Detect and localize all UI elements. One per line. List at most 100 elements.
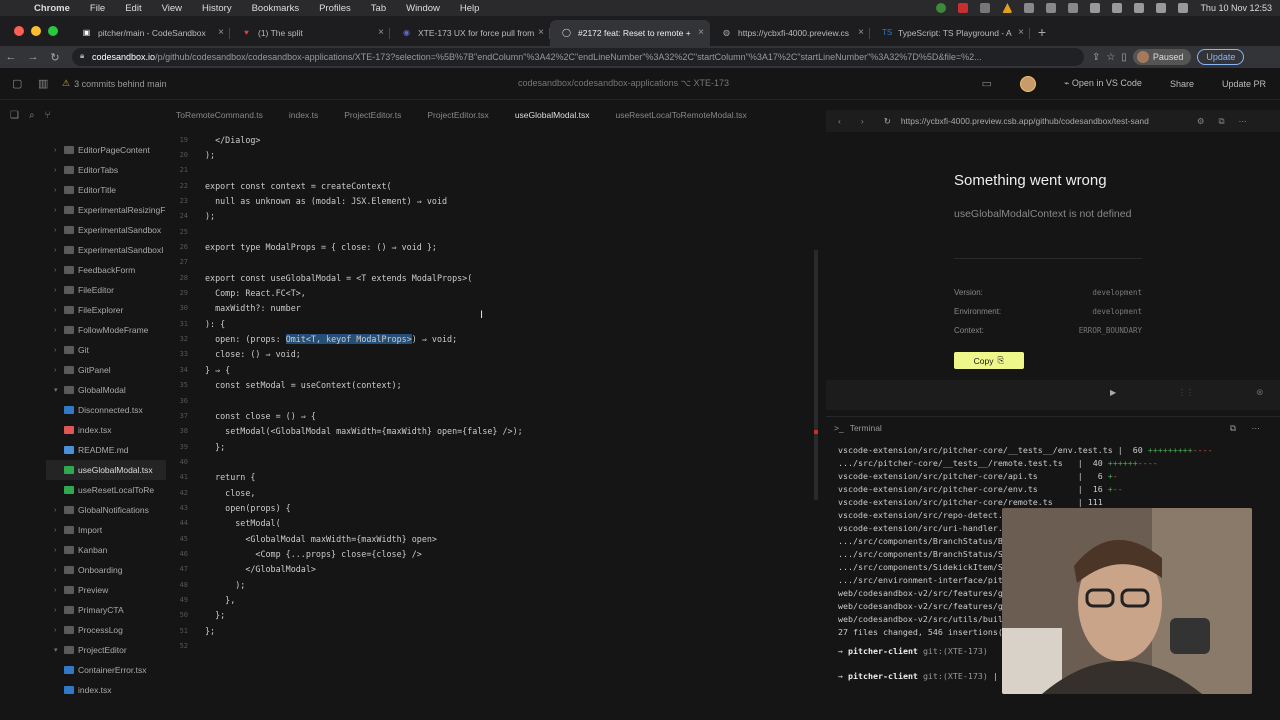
lock-icon[interactable]: 🔒︎ xyxy=(80,51,84,61)
share-button[interactable]: Share xyxy=(1170,79,1194,89)
file-tree-item[interactable]: › Preview xyxy=(46,580,166,600)
external-icon[interactable]: ⧉ xyxy=(1218,116,1224,127)
close-icon[interactable]: ⊗ xyxy=(1256,387,1264,398)
file-tree-item[interactable]: › FollowModeFrame xyxy=(46,320,166,340)
back-icon[interactable]: ‹ xyxy=(838,116,841,126)
close-tab-icon[interactable]: × xyxy=(698,27,704,38)
file-tree-item[interactable]: index.tsx xyxy=(46,420,166,440)
file-tree-item[interactable]: › Import xyxy=(46,520,166,540)
file-tree-item[interactable]: › GitPanel xyxy=(46,360,166,380)
file-tree-item[interactable]: ▾ ProjectEditor xyxy=(46,640,166,660)
file-tree-item[interactable]: › Kanban xyxy=(46,540,166,560)
profile-button[interactable]: Paused xyxy=(1132,49,1192,65)
menu-item[interactable]: View xyxy=(162,3,182,14)
display-icon[interactable]: ▭ xyxy=(982,77,992,90)
menu-item[interactable]: Bookmarks xyxy=(252,3,300,14)
url-field[interactable]: 🔒︎ codesandbox.io/p/github/codesandbox/c… xyxy=(72,48,1084,66)
preview-url[interactable]: https://ycbxfi-4000.preview.csb.app/gith… xyxy=(901,116,1191,126)
browser-tab[interactable]: ◍ https://ycbxfi-4000.preview.cs × xyxy=(710,20,870,46)
editor-tab[interactable]: ProjectEditor.ts xyxy=(344,106,401,126)
search-icon[interactable] xyxy=(1156,3,1167,13)
file-tree-item[interactable]: › PrimaryCTA xyxy=(46,600,166,620)
devtools-icon[interactable]: ⚙ xyxy=(1197,116,1205,127)
file-tree-item[interactable]: › Onboarding xyxy=(46,560,166,580)
layout-icon[interactable]: ▥ xyxy=(38,77,48,90)
forward-icon[interactable]: → xyxy=(22,51,44,63)
sidebar-icon[interactable]: ▯ xyxy=(1121,52,1127,63)
menu-item[interactable]: Profiles xyxy=(319,3,351,14)
files-icon[interactable]: ❏ xyxy=(10,110,19,710)
split-icon[interactable]: ⧉ xyxy=(1230,423,1236,434)
tray-icon[interactable] xyxy=(1068,3,1079,13)
browser-tab[interactable]: ♥ (1) The split × xyxy=(230,20,390,46)
wifi-icon[interactable] xyxy=(1090,3,1101,13)
browser-tab[interactable]: ▣ pitcher/main - CodeSandbox × xyxy=(70,20,230,46)
file-tree-item[interactable]: › EditorPageContent xyxy=(46,140,166,160)
browser-tab[interactable]: TS TypeScript: TS Playground - A × xyxy=(870,20,1030,46)
file-tree-item[interactable]: › Git xyxy=(46,340,166,360)
editor-tab[interactable]: useGlobalModal.tsx xyxy=(515,106,590,126)
tray-icon[interactable] xyxy=(1046,3,1057,13)
browser-tab[interactable]: ◉ XTE-173 UX for force pull from × xyxy=(390,20,550,46)
terminal-title[interactable]: Terminal xyxy=(850,423,882,433)
warning-icon[interactable] xyxy=(1002,3,1013,13)
bluetooth-icon[interactable] xyxy=(1112,3,1123,13)
open-in-vscode-button[interactable]: ⌁ Open in VS Code xyxy=(1064,78,1142,89)
file-tree-item[interactable]: Disconnected.tsx xyxy=(46,400,166,420)
close-tab-icon[interactable]: × xyxy=(858,27,864,38)
editor-tab[interactable]: useResetLocalToRemoteModal.tsx xyxy=(615,106,746,126)
update-button[interactable]: Update xyxy=(1197,49,1245,65)
status-app-icon[interactable] xyxy=(980,3,991,13)
file-tree-item[interactable]: ▾ GlobalModal xyxy=(46,380,166,400)
file-tree-item[interactable]: README.md xyxy=(46,440,166,460)
file-tree-item[interactable]: › FileEditor xyxy=(46,280,166,300)
search-icon[interactable]: ⌕ xyxy=(29,110,35,710)
file-tree-item[interactable]: › GlobalNotifications xyxy=(46,500,166,520)
code-editor[interactable]: 19 </Dialog> 20); 21 22 export const context… xyxy=(166,132,816,720)
editor-tab[interactable]: index.ts xyxy=(289,106,318,126)
new-tab-icon[interactable]: + xyxy=(1030,24,1054,46)
menu-item[interactable]: Help xyxy=(460,3,480,14)
menu-app-name[interactable]: Chrome xyxy=(34,3,70,14)
zoom-window-icon[interactable] xyxy=(48,26,58,36)
browser-tab[interactable]: ◯ #2172 feat: Reset to remote + × xyxy=(550,20,710,46)
reload-icon[interactable]: ↻ xyxy=(44,51,66,64)
tray-icon[interactable] xyxy=(1024,3,1035,13)
menu-item[interactable]: Tab xyxy=(371,3,386,14)
status-green-icon[interactable] xyxy=(936,3,947,13)
file-tree-item[interactable]: index.tsx xyxy=(46,680,166,700)
menu-item[interactable]: Window xyxy=(406,3,440,14)
close-tab-icon[interactable]: × xyxy=(378,27,384,38)
file-tree-item[interactable]: › ExperimentalSandboxI xyxy=(46,240,166,260)
file-tree-item[interactable]: › FileExplorer xyxy=(46,300,166,320)
file-tree-item[interactable]: ContainerError.tsx xyxy=(46,660,166,680)
menu-item[interactable]: File xyxy=(90,3,105,14)
clock[interactable]: Thu 10 Nov 12:53 xyxy=(1200,3,1272,13)
file-tree-item[interactable]: › ProcessLog xyxy=(46,620,166,640)
file-tree-item[interactable]: › EditorTitle xyxy=(46,180,166,200)
status-red-icon[interactable] xyxy=(958,3,969,13)
more-icon[interactable]: ⋯ xyxy=(1252,423,1261,434)
file-tree-item[interactable]: › ExperimentalSandbox xyxy=(46,220,166,240)
share-page-icon[interactable]: ⇪ xyxy=(1092,52,1100,63)
control-center-icon[interactable] xyxy=(1178,3,1189,13)
close-window-icon[interactable] xyxy=(14,26,24,36)
branch-status[interactable]: ⚠ 3 commits behind main xyxy=(62,78,167,89)
copy-button[interactable]: Copy ⎘ xyxy=(954,352,1024,369)
reload-icon[interactable]: ↻ xyxy=(884,116,891,127)
forward-icon[interactable]: › xyxy=(861,116,864,126)
drag-handle-icon[interactable]: ⋮⋮ xyxy=(1178,388,1194,397)
file-tree-item[interactable]: › EditorTabs xyxy=(46,160,166,180)
close-tab-icon[interactable]: × xyxy=(1018,27,1024,38)
battery-icon[interactable] xyxy=(1134,3,1145,13)
bookmark-star-icon[interactable]: ☆ xyxy=(1106,52,1115,63)
close-tab-icon[interactable]: × xyxy=(538,27,544,38)
more-icon[interactable]: ⋯ xyxy=(1239,116,1248,127)
menu-item[interactable]: History xyxy=(202,3,232,14)
editor-tab[interactable]: ToRemoteCommand.ts xyxy=(176,106,263,126)
back-icon[interactable]: ← xyxy=(0,51,22,63)
file-tree-item[interactable]: useResetLocalToRe xyxy=(46,480,166,500)
editor-scrollbar[interactable] xyxy=(814,250,818,500)
avatar[interactable] xyxy=(1019,75,1036,92)
menu-icon[interactable]: ▢ xyxy=(12,77,22,90)
